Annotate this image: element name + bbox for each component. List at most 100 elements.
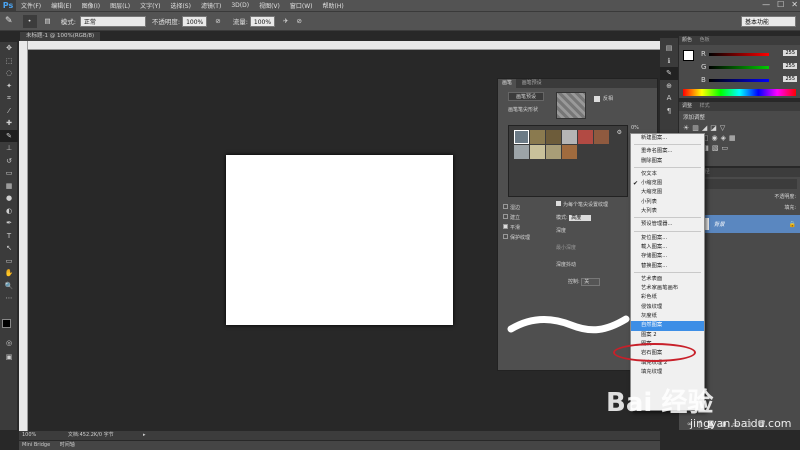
timeline-tab[interactable]: 时间轴 [60,442,75,448]
blur-tool-icon[interactable]: ● [0,192,18,205]
move-tool-icon[interactable]: ✥ [0,42,18,55]
photo-filter-icon[interactable]: ◉ [712,134,721,142]
brush-preset-picker[interactable]: • [22,14,37,28]
zoom-tool-icon[interactable]: 🔍 [0,280,18,293]
invert-checkbox[interactable] [594,96,600,102]
menu-view[interactable]: 视图(V) [254,1,285,10]
history-brush-tool-icon[interactable]: ↺ [0,155,18,168]
path-select-tool-icon[interactable]: ↖ [0,242,18,255]
channel-mixer-icon[interactable]: ◈ [721,134,729,142]
gradient-map-icon[interactable]: ▭ [722,144,732,152]
brush-panel-toggle-icon[interactable]: ▤ [45,17,51,25]
menu-item[interactable]: 填充纹理 [631,368,704,377]
menu-file[interactable]: 文件(F) [16,1,46,10]
brush-tool-icon[interactable]: ✎ [0,129,18,142]
document-tab[interactable]: 未标题-1 @ 100%(RGB/8) [20,32,101,41]
menu-item[interactable]: 新建图案... [631,134,704,143]
b-value[interactable]: 255 [783,76,797,82]
selective-color-icon[interactable]: ▧ [712,144,722,152]
brush-mode-select[interactable]: 高度 [569,215,592,221]
color-spectrum[interactable] [683,89,796,96]
character-panel-icon[interactable]: A [660,92,678,105]
option-smoothing[interactable]: 平滑 [503,223,530,233]
menu-item[interactable]: 小列表 [631,198,704,207]
fg-bg-swatch[interactable] [683,50,694,61]
tab-adjustments[interactable]: 调整 [682,103,692,109]
menu-select[interactable]: 选择(S) [165,1,196,10]
pressure-opacity-icon[interactable]: ⊘ [215,17,220,25]
properties-panel-icon[interactable]: ℹ [660,55,678,68]
pattern-swatch-9[interactable] [546,145,561,159]
option-wet-edges[interactable]: 湿边 [503,203,530,213]
pattern-swatch-7[interactable] [514,145,529,159]
menu-item[interactable]: 预设管理器... [631,220,704,229]
brush-presets-button[interactable]: 画笔预设 [508,92,544,101]
pen-tool-icon[interactable]: ✒ [0,217,18,230]
eyedropper-tool-icon[interactable]: ⁄ [0,105,18,118]
menu-edit[interactable]: 编辑(E) [46,1,76,10]
tab-swatches[interactable]: 色板 [700,37,710,43]
stamp-tool-icon[interactable]: ⊥ [0,142,18,155]
menu-item[interactable]: 侵蚀纹理 [631,303,704,312]
menu-type[interactable]: 文字(Y) [135,1,165,10]
quick-mask-icon[interactable]: ◎ [0,337,18,350]
menu-item[interactable]: 重命名图案... [631,147,704,156]
type-tool-icon[interactable]: T [0,230,18,243]
menu-item[interactable]: 灰度纸 [631,312,704,321]
close-button[interactable]: ✕ [791,0,798,9]
menu-3d[interactable]: 3D(D) [226,2,254,9]
tab-color[interactable]: 颜色 [682,37,692,43]
status-menu-arrow-icon[interactable]: ▸ [143,431,146,440]
pattern-swatch-3[interactable] [546,130,561,144]
menu-item[interactable]: 大列表 [631,207,704,216]
marquee-tool-icon[interactable]: ⬚ [0,55,18,68]
pattern-swatch-10[interactable] [562,145,577,159]
paragraph-panel-icon[interactable]: ¶ [660,105,678,118]
pattern-menu-gear-icon[interactable]: ⚙ [617,129,622,136]
gradient-tool-icon[interactable]: ▦ [0,180,18,193]
pattern-swatch-4[interactable] [562,130,577,144]
restore-button[interactable]: ☐ [777,0,784,9]
clone-source-icon[interactable]: ⊕ [660,80,678,93]
menu-item[interactable]: 艺术表面 [631,275,704,284]
flow-field[interactable]: 100% [249,15,276,27]
eraser-tool-icon[interactable]: ▭ [0,167,18,180]
option-protect-texture[interactable]: 保护纹理 [503,233,530,243]
menu-item[interactable]: ✔ 小缩览图 [631,179,704,188]
brush-tip-shape-item[interactable]: 画笔笔尖形状 [508,106,538,113]
control-select[interactable]: 关 [581,278,601,286]
color-lookup-icon[interactable]: ▦ [729,134,739,142]
levels-icon[interactable]: ▥ [692,124,702,132]
foreground-color-swatch[interactable] [2,319,11,328]
menu-item[interactable]: 彩色纸 [631,293,704,302]
menu-filter[interactable]: 滤镜(T) [196,1,226,10]
texture-preview[interactable] [556,92,586,119]
exposure-icon[interactable]: ◪ [710,124,720,132]
menu-window[interactable]: 窗口(W) [285,1,318,10]
dodge-tool-icon[interactable]: ◐ [0,205,18,218]
tab-brush-presets[interactable]: 画笔预设 [518,80,546,86]
pattern-swatch-1[interactable] [514,130,529,144]
history-panel-icon[interactable]: ▤ [660,42,678,55]
opacity-field[interactable]: 100% [182,15,208,27]
pattern-swatch-2[interactable] [530,130,545,144]
pattern-swatch-8[interactable] [530,145,545,159]
airbrush-icon[interactable]: ✈ [283,17,288,25]
menu-item[interactable]: 艺术家画笔画布 [631,284,704,293]
menu-item[interactable]: 自然图案 [631,321,704,331]
minimize-button[interactable]: — [762,0,770,9]
more-tools-icon[interactable]: ⋯ [0,292,18,305]
g-value[interactable]: 255 [783,63,797,69]
menu-layer[interactable]: 图层(L) [105,1,135,10]
per-tip-option[interactable]: 为每个笔尖设置纹理 [556,201,636,208]
healing-tool-icon[interactable]: ✚ [0,117,18,130]
shape-tool-icon[interactable]: ▭ [0,255,18,268]
lasso-tool-icon[interactable]: ◌ [0,67,18,80]
menu-item[interactable]: 存储图案... [631,252,704,261]
pattern-swatch-6[interactable] [594,130,609,144]
menu-item[interactable]: 仅文本 [631,170,704,179]
pattern-swatch-5[interactable] [578,130,593,144]
mode-select[interactable]: 正常 [79,15,146,27]
workspace-select[interactable]: 基本功能 [741,15,796,27]
menu-item[interactable]: 替换图案... [631,262,704,271]
